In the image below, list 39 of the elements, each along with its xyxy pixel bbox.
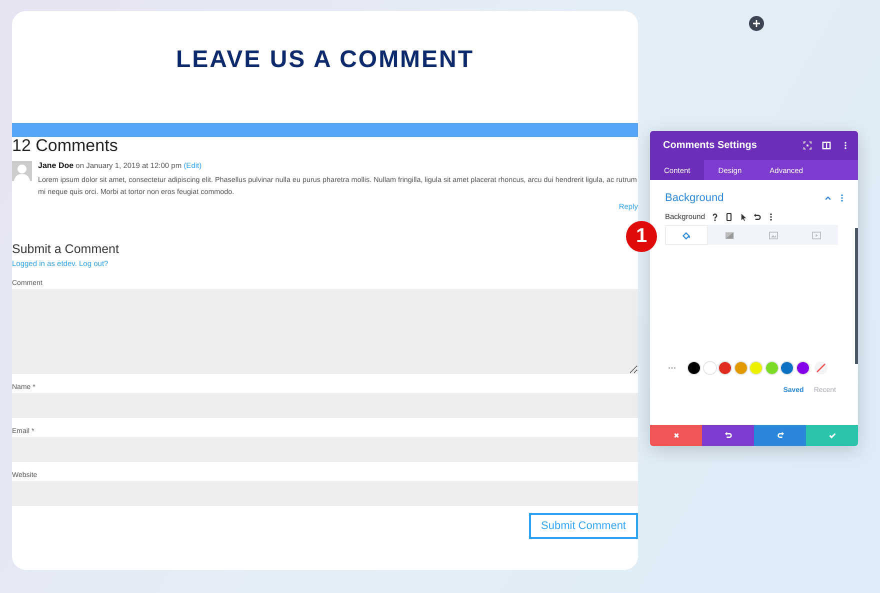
- text-field[interactable]: [12, 437, 638, 462]
- color-swatch[interactable]: [734, 361, 748, 375]
- section-title[interactable]: Background: [665, 192, 824, 204]
- form-title: Submit a Comment: [12, 242, 120, 256]
- color-swatch[interactable]: [718, 361, 732, 375]
- undo-icon: [724, 431, 732, 440]
- text-field[interactable]: [12, 481, 638, 506]
- add-icon[interactable]: [749, 16, 764, 31]
- collapse-icon[interactable]: [824, 194, 832, 202]
- no-color-icon[interactable]: [814, 361, 828, 375]
- panel-title: Comments Settings: [663, 140, 758, 151]
- comment-author: Jane Doe: [38, 161, 74, 170]
- comments-count: 12 Comments: [12, 137, 119, 155]
- cancel-icon: [672, 431, 680, 440]
- color-swatch[interactable]: [749, 361, 763, 375]
- color-tab[interactable]: [665, 225, 708, 245]
- help-icon[interactable]: [711, 212, 720, 220]
- color-swatch[interactable]: [687, 361, 701, 375]
- undo-icon[interactable]: [753, 212, 762, 220]
- comment-field[interactable]: [12, 289, 638, 374]
- color-swatch[interactable]: [764, 361, 778, 375]
- section-heading: LEAVE US A COMMENT: [176, 46, 474, 74]
- mobile-icon[interactable]: [725, 212, 734, 220]
- cursor-icon[interactable]: [739, 212, 748, 220]
- color-swatch[interactable]: [780, 361, 794, 375]
- gradient-icon: [724, 230, 736, 240]
- video-tab[interactable]: [794, 225, 838, 245]
- save-icon: [828, 431, 836, 440]
- color-swatch[interactable]: [796, 361, 810, 375]
- image-icon: [768, 230, 779, 240]
- gradient-tab[interactable]: [708, 225, 752, 245]
- redo-icon: [776, 431, 784, 440]
- text-field[interactable]: [12, 393, 638, 418]
- color-swatch[interactable]: [702, 361, 716, 375]
- video-icon: [810, 230, 822, 240]
- color-icon: [681, 230, 692, 240]
- columns-icon[interactable]: [822, 141, 831, 150]
- submit-button[interactable]: Submit Comment: [529, 513, 638, 539]
- expand-icon[interactable]: [803, 141, 812, 150]
